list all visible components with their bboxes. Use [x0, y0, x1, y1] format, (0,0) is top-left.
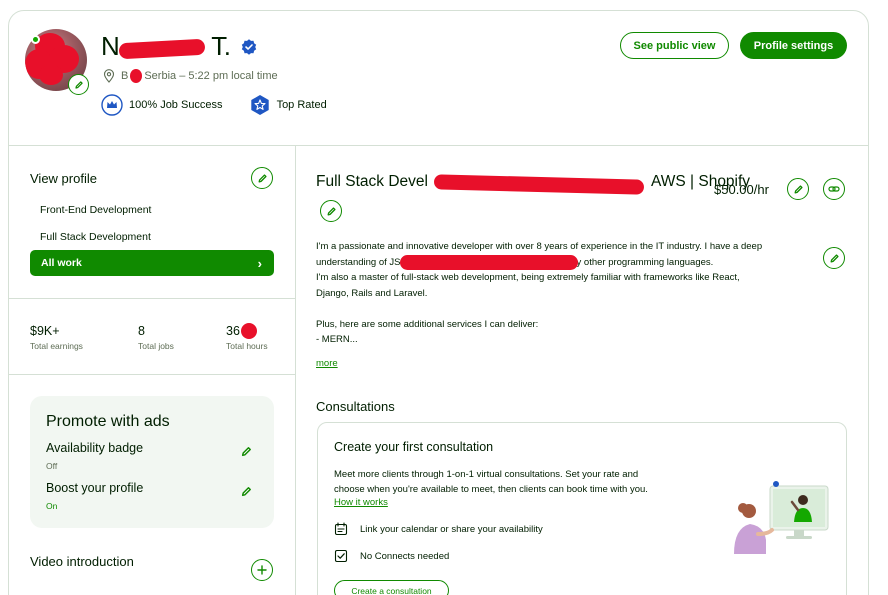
boost-profile-label: Boost your profile	[46, 481, 144, 495]
profile-title-start: Full Stack Devel	[316, 173, 428, 190]
consultation-card-title: Create your first consultation	[334, 440, 494, 454]
add-video-button[interactable]	[251, 559, 273, 581]
consultation-description: Meet more clients through 1-on-1 virtual…	[334, 468, 694, 497]
online-status-dot	[31, 35, 40, 44]
profile-card: N T. B Serbia – 5:22 pm local time 100% J…	[8, 10, 869, 595]
all-work-button[interactable]: All work ›	[30, 250, 274, 276]
create-consultation-button[interactable]: Create a consultation	[334, 580, 449, 595]
avatar-edit-button[interactable]	[68, 74, 89, 95]
profile-header: N T. B Serbia – 5:22 pm local time 100% J…	[9, 11, 868, 146]
copy-link-button[interactable]	[823, 178, 845, 200]
hourly-rate: $50.00/hr	[714, 182, 769, 197]
location-row: B Serbia – 5:22 pm local time	[103, 69, 278, 83]
top-rated-badge: Top Rated	[249, 94, 327, 116]
location-text: Serbia – 5:22 pm local time	[144, 70, 278, 82]
name-row: N T.	[101, 31, 257, 62]
hours-redaction	[241, 323, 257, 339]
more-link[interactable]: more	[316, 358, 338, 369]
edit-rate-button[interactable]	[787, 178, 809, 200]
pencil-icon	[794, 184, 803, 193]
link-icon	[828, 186, 840, 192]
feature-label: Link your calendar or share your availab…	[360, 523, 543, 535]
job-success-badge: 100% Job Success	[101, 94, 223, 116]
view-profile-section: View profile Front-End Development Full …	[9, 146, 295, 299]
stats-section: $9K+ Total earnings 8 Total jobs 36 Tota…	[9, 299, 295, 375]
name-redaction	[118, 38, 206, 60]
location-pin-icon	[103, 69, 115, 83]
description-line: - MERN...	[316, 334, 358, 345]
stat-total-earnings: $9K+ Total earnings	[30, 324, 83, 351]
availability-badge-label: Availability badge	[46, 441, 144, 455]
consultation-desc-line: Meet more clients through 1-on-1 virtual…	[334, 469, 639, 480]
consultation-feature-connects: No Connects needed	[334, 549, 449, 563]
pencil-icon[interactable]	[241, 446, 252, 457]
specialization-front-end[interactable]: Front-End Development	[40, 204, 151, 216]
how-it-works-link[interactable]: How it works	[334, 497, 388, 508]
edit-title-button[interactable]	[320, 200, 342, 222]
view-profile-title: View profile	[30, 171, 97, 186]
all-work-label: All work	[41, 257, 82, 269]
location-redaction	[130, 69, 143, 83]
description-line: I'm a passionate and innovative develope…	[316, 241, 763, 252]
edit-specializations-button[interactable]	[251, 167, 273, 189]
promote-with-ads-box: Promote with ads Availability badge Off …	[30, 396, 274, 528]
avatar-container	[25, 29, 89, 95]
pencil-icon	[258, 173, 267, 182]
description-redaction	[400, 255, 578, 270]
name-first: N	[101, 31, 120, 61]
verified-icon	[241, 38, 256, 55]
consultation-feature-calendar: Link your calendar or share your availab…	[334, 522, 543, 536]
pencil-icon	[327, 206, 336, 215]
stat-value: $9K+	[30, 324, 60, 338]
video-call-illustration	[734, 481, 829, 554]
consultation-desc-line: choose when you're available to meet, th…	[334, 483, 648, 495]
see-public-view-button[interactable]: See public view	[620, 32, 729, 59]
edit-description-button[interactable]	[823, 247, 845, 269]
checkbox-icon	[334, 549, 348, 563]
profile-settings-button[interactable]: Profile settings	[740, 32, 847, 59]
stat-value: 8	[138, 324, 145, 338]
description-line: Plus, here are some additional services …	[316, 318, 539, 330]
stat-label: Total jobs	[138, 341, 174, 351]
avatar-redaction	[39, 65, 63, 85]
top-rated-label: Top Rated	[276, 99, 327, 111]
description-text: understanding of JS	[316, 256, 401, 268]
crown-icon	[101, 94, 123, 116]
consultations-title: Consultations	[316, 399, 395, 414]
pencil-icon[interactable]	[241, 486, 252, 497]
left-sidebar: View profile Front-End Development Full …	[9, 146, 296, 595]
specialization-full-stack[interactable]: Full Stack Development	[40, 231, 151, 243]
name-last: T.	[211, 31, 231, 61]
availability-badge-status: Off	[46, 461, 58, 471]
feature-label: No Connects needed	[360, 550, 450, 562]
boost-profile-status: On	[46, 501, 58, 511]
location-city-start: B	[121, 70, 129, 82]
calendar-icon	[334, 522, 348, 536]
job-success-label: 100% Job Success	[129, 99, 223, 111]
freelancer-name: N T.	[101, 31, 231, 62]
badges-row: 100% Job Success Top Rated	[101, 94, 353, 116]
pencil-icon	[830, 253, 839, 262]
promote-title: Promote with ads	[46, 413, 170, 430]
promote-section: Promote with ads Availability badge Off …	[9, 375, 295, 595]
main-content: Full Stack Devel AWS | Shopify $50.00/hr …	[296, 146, 868, 595]
star-badge-icon	[250, 95, 269, 115]
description-spacer	[316, 301, 816, 317]
consultation-card: Create your first consultation Meet more…	[317, 422, 847, 595]
video-introduction-title: Video introduction	[30, 554, 134, 569]
stat-total-jobs: 8 Total jobs	[138, 324, 174, 351]
description-line: Django, Rails and Laravel.	[316, 287, 428, 299]
description-text: y other programming languages.	[576, 256, 714, 268]
chevron-right-icon: ›	[257, 255, 262, 271]
stat-label: Total earnings	[30, 341, 83, 351]
stat-label: Total hours	[226, 341, 268, 351]
description-line: I'm also a master of full-stack web deve…	[316, 272, 740, 283]
pencil-icon	[74, 80, 83, 89]
plus-icon	[257, 565, 267, 575]
